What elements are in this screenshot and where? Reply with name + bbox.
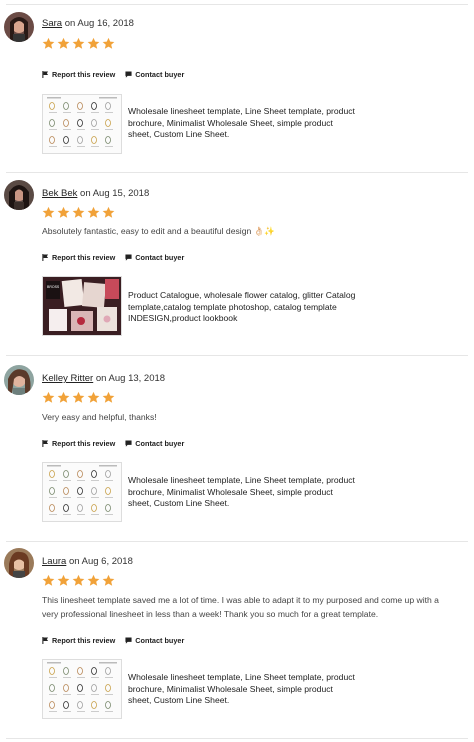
listing-title[interactable]: Product Catalogue, wholesale flower cata… [128,290,358,325]
star-icon [102,206,115,218]
avatar[interactable] [4,548,34,578]
listing-thumbnail[interactable]: BROSS [42,276,122,336]
divider [6,541,468,542]
reviewer-name[interactable]: Sara [42,18,62,29]
star-icon [42,391,55,403]
review-date: on Aug 6, 2018 [68,556,133,567]
review-date: on Aug 16, 2018 [64,18,134,29]
star-rating [42,206,115,219]
listing-title[interactable]: Wholesale linesheet template, Line Sheet… [128,672,358,707]
star-icon [57,391,70,403]
star-icon [72,391,85,403]
flag-icon [42,637,49,644]
star-icon [72,574,85,586]
listing-thumbnail[interactable] [42,94,122,154]
contact-buyer-link[interactable]: Contact buyer [125,439,184,448]
avatar[interactable] [4,365,34,395]
report-review-link[interactable]: Report this review [42,253,115,262]
message-icon [125,440,132,447]
review-date: on Aug 15, 2018 [80,188,150,199]
star-icon [87,574,100,586]
report-review-link[interactable]: Report this review [42,70,115,79]
report-review-link[interactable]: Report this review [42,636,115,645]
listing-title[interactable]: Wholesale linesheet template, Line Sheet… [128,475,358,510]
review-text: Very easy and helpful, thanks! [42,412,157,422]
review-meta: Laura on Aug 6, 2018 [42,556,133,567]
message-icon [125,71,132,78]
reviewer-name[interactable]: Laura [42,556,66,567]
review-actions: Report this review Contact buyer [42,439,184,448]
star-icon [87,37,100,49]
avatar[interactable] [4,12,34,42]
message-icon [125,254,132,261]
listing-title[interactable]: Wholesale linesheet template, Line Sheet… [128,106,358,141]
contact-buyer-link[interactable]: Contact buyer [125,70,184,79]
avatar[interactable] [4,180,34,210]
reviewer-name[interactable]: Kelley Ritter [42,373,93,384]
listing-thumbnail[interactable] [42,659,122,719]
star-icon [87,206,100,218]
contact-buyer-link[interactable]: Contact buyer [125,636,184,645]
flag-icon [42,71,49,78]
star-icon [72,206,85,218]
divider [6,355,468,356]
star-icon [72,37,85,49]
star-icon [102,37,115,49]
linesheet-preview-image [43,95,121,153]
star-icon [42,574,55,586]
report-review-link[interactable]: Report this review [42,439,115,448]
reviewer-name[interactable]: Bek Bek [42,188,77,199]
review-date: on Aug 13, 2018 [95,373,166,384]
flag-icon [42,254,49,261]
review-actions: Report this review Contact buyer [42,253,184,262]
star-rating [42,391,115,404]
review-actions: Report this review Contact buyer [42,70,184,79]
message-icon [125,637,132,644]
review-meta: Bek Bek on Aug 15, 2018 [42,188,149,199]
linesheet-preview-image [43,660,121,718]
star-rating [42,574,115,587]
linesheet-preview-image [43,463,121,521]
flag-icon [42,440,49,447]
star-icon [42,37,55,49]
star-icon [57,574,70,586]
svg-text:BROSS: BROSS [47,285,60,289]
review-meta: Sara on Aug 16, 2018 [42,18,134,29]
star-rating [42,37,115,50]
divider [6,172,468,173]
star-icon [57,37,70,49]
review-text: Absolutely fantastic, easy to edit and a… [42,226,276,236]
divider [6,4,468,5]
catalog-preview-image: BROSS [43,277,121,335]
star-icon [42,206,55,218]
star-icon [87,391,100,403]
star-icon [102,574,115,586]
star-icon [102,391,115,403]
review-meta: Kelley Ritter on Aug 13, 2018 [42,373,165,384]
contact-buyer-link[interactable]: Contact buyer [125,253,184,262]
star-icon [57,206,70,218]
review-text: This linesheet template saved me a lot o… [42,595,439,619]
divider [6,738,468,739]
listing-thumbnail[interactable] [42,462,122,522]
review-actions: Report this review Contact buyer [42,636,184,645]
